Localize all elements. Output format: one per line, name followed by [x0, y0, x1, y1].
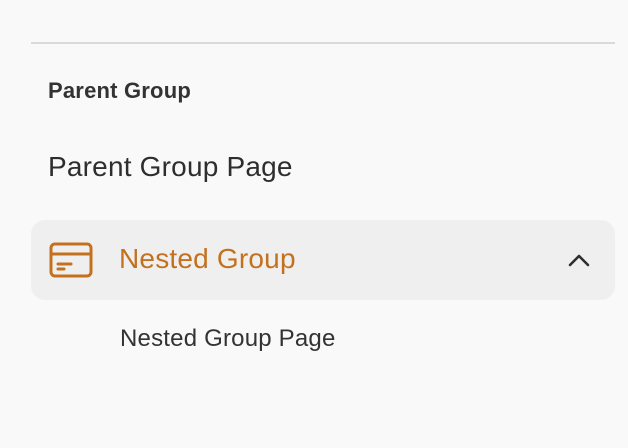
sidebar-nav: Parent Group Parent Group Page Nested Gr… [0, 0, 628, 448]
divider [31, 42, 615, 44]
group-heading: Parent Group [48, 78, 191, 103]
credit-card-icon [49, 242, 93, 278]
nested-group-toggle[interactable]: Nested Group [31, 220, 615, 300]
nav-link-nested-group-page[interactable]: Nested Group Page [120, 325, 336, 353]
nav-link-parent-group-page[interactable]: Parent Group Page [48, 151, 293, 183]
nested-group-label: Nested Group [119, 243, 296, 274]
chevron-up-icon[interactable] [567, 250, 591, 270]
